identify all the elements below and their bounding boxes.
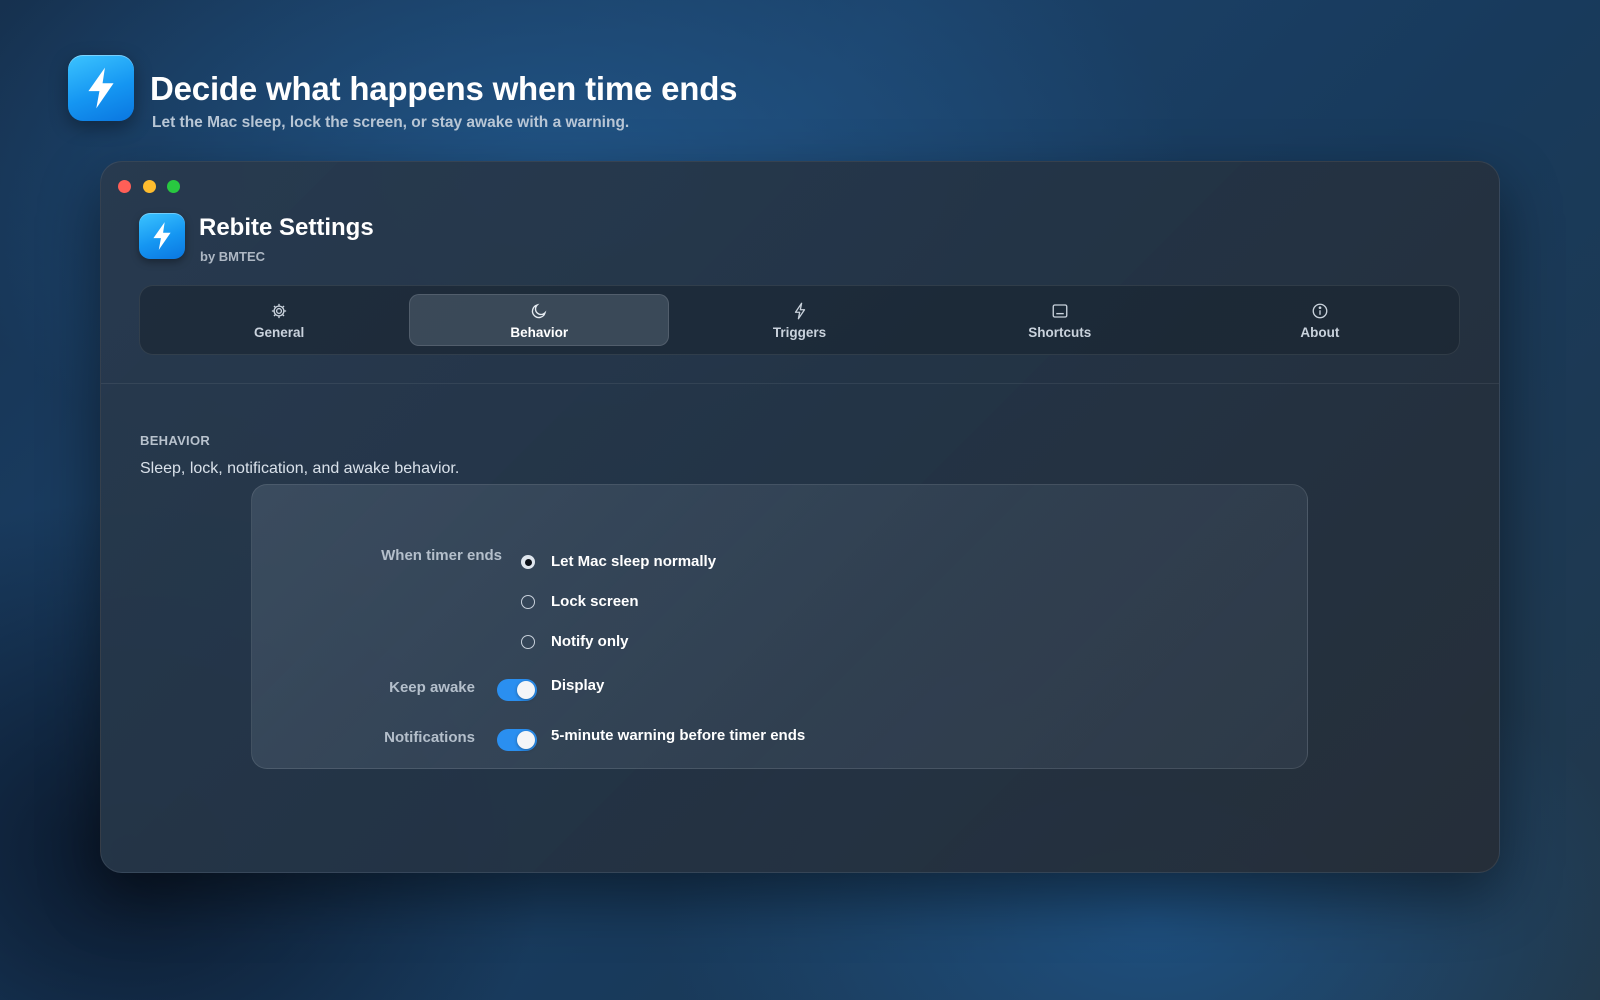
app-icon xyxy=(139,213,185,259)
radio-lock-screen[interactable] xyxy=(521,595,535,609)
tab-triggers[interactable]: Triggers xyxy=(669,294,929,346)
option-let-mac-sleep-label[interactable]: Let Mac sleep normally xyxy=(551,553,716,570)
notifications-label: Notifications xyxy=(384,729,475,746)
app-byline: by BMTEC xyxy=(200,249,265,264)
section-description: Sleep, lock, notification, and awake beh… xyxy=(140,460,460,477)
tab-shortcuts[interactable]: Shortcuts xyxy=(930,294,1190,346)
tab-label: About xyxy=(1300,324,1340,340)
hero-app-icon xyxy=(68,55,134,121)
tab-behavior[interactable]: Behavior xyxy=(409,294,670,346)
toggle-knob xyxy=(517,681,535,699)
notifications-toggle[interactable] xyxy=(497,729,537,751)
tab-label: General xyxy=(253,324,305,340)
timer-end-label: When timer ends xyxy=(381,547,502,564)
radio-let-mac-sleep[interactable] xyxy=(521,555,535,569)
info-icon xyxy=(1310,301,1330,321)
zoom-window-button[interactable] xyxy=(167,180,180,193)
tab-general[interactable]: General xyxy=(149,294,409,346)
keep-awake-display-label: Display xyxy=(551,677,605,694)
tab-label: Triggers xyxy=(772,324,827,340)
hero-subtitle: Let the Mac sleep, lock the screen, or s… xyxy=(152,114,630,131)
section-heading: BEHAVIOR xyxy=(140,433,211,448)
tab-bar: General Behavior Triggers Shortcuts Abou… xyxy=(139,285,1460,355)
keep-awake-toggle[interactable] xyxy=(497,679,537,701)
keep-awake-label: Keep awake xyxy=(389,679,475,696)
behavior-settings-panel: When timer ends Let Mac sleep normally L… xyxy=(251,484,1308,769)
tab-label: Behavior xyxy=(510,324,569,340)
header-divider xyxy=(101,383,1499,384)
app-title: Rebite Settings xyxy=(199,214,374,241)
radio-notify-only[interactable] xyxy=(521,635,535,649)
option-lock-screen-label[interactable]: Lock screen xyxy=(551,593,639,610)
hero-title: Decide what happens when time ends xyxy=(150,70,738,107)
bolt-icon xyxy=(153,222,171,250)
tab-about[interactable]: About xyxy=(1190,294,1450,346)
bolt-icon xyxy=(88,67,114,109)
option-notify-only-label[interactable]: Notify only xyxy=(551,633,629,650)
bolt-icon xyxy=(790,301,810,321)
keyboard-icon xyxy=(1050,301,1070,321)
settings-window: Rebite Settings by BMTEC General Behavio… xyxy=(100,161,1500,873)
tab-label: Shortcuts xyxy=(1028,324,1092,340)
notifications-warning-label: 5-minute warning before timer ends xyxy=(551,727,806,744)
close-window-button[interactable] xyxy=(118,180,131,193)
toggle-knob xyxy=(517,731,535,749)
gear-icon xyxy=(269,301,289,321)
minimize-window-button[interactable] xyxy=(143,180,156,193)
moon-icon xyxy=(529,301,549,321)
